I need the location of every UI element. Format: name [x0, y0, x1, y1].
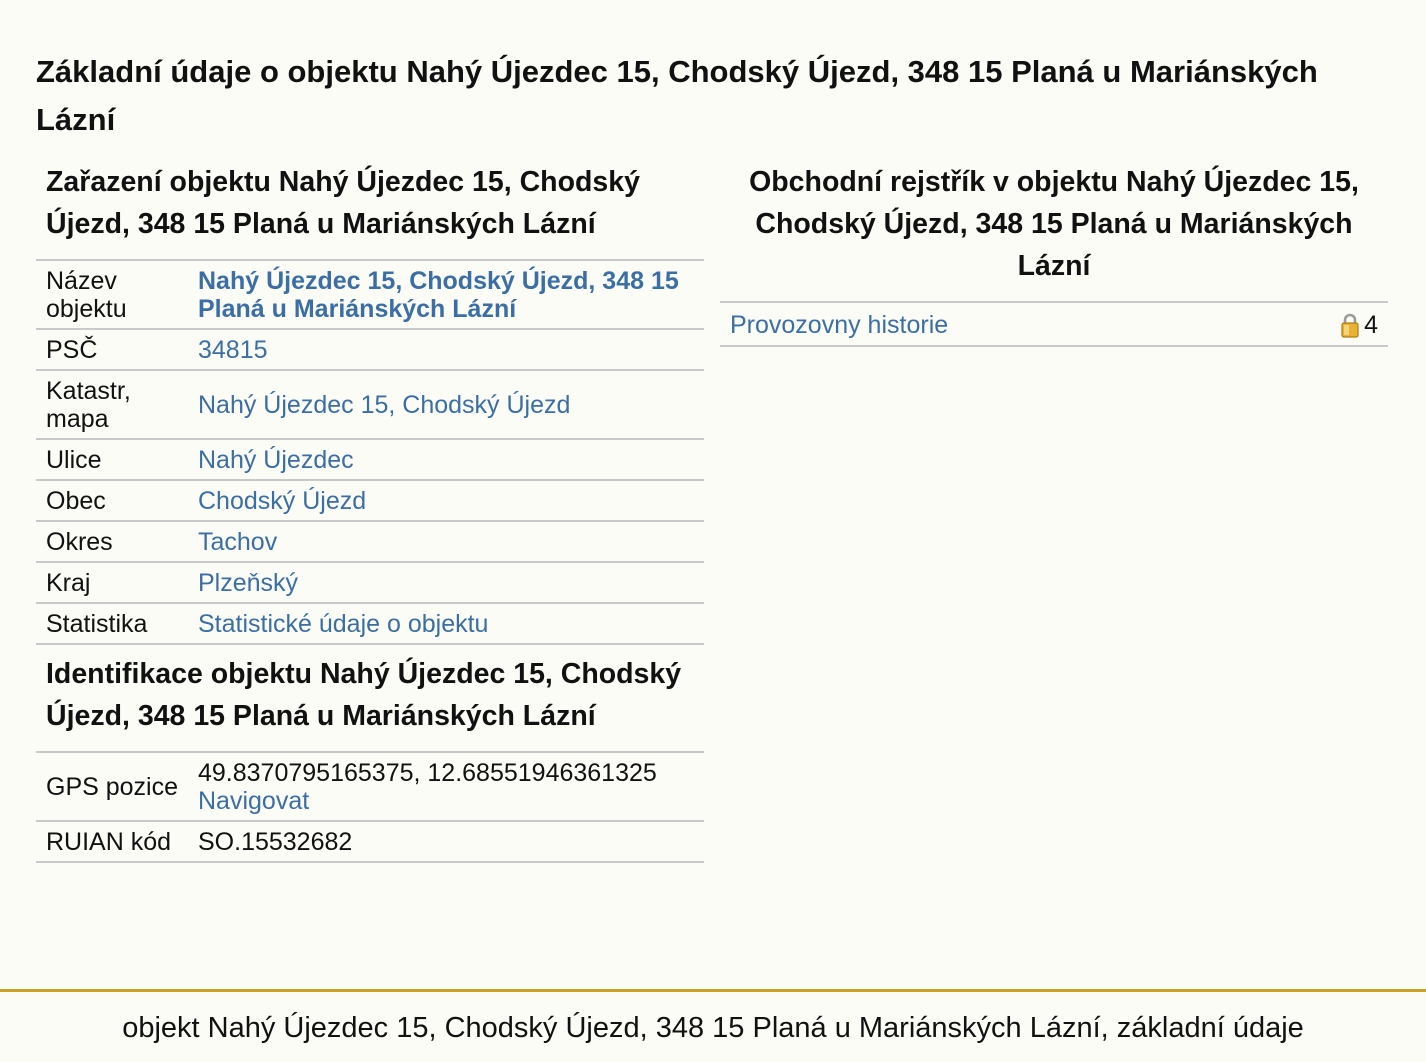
row-value-nazev: Nahý Újezdec 15, Chodský Újezd, 348 15 P…	[188, 259, 704, 329]
table-row: Kraj Plzeňský	[36, 561, 704, 603]
row-label-ruian: RUIAN kód	[36, 820, 188, 863]
row-value-statistika: Statistické údaje o objektu	[188, 602, 704, 645]
navigovat-link[interactable]: Navigovat	[198, 787, 309, 815]
table-row: Provozovny historie 4	[720, 301, 1388, 347]
row-value-ulice: Nahý Újezdec	[188, 438, 704, 480]
identifikace-title: Identifikace objektu Nahý Újezdec 15, Ch…	[46, 658, 682, 732]
table-row: Ulice Nahý Újezdec	[36, 438, 704, 480]
zarazeni-table: Název objektu Nahý Újezdec 15, Chodský Ú…	[36, 259, 704, 645]
row-value-katastr: Nahý Újezdec 15, Chodský Újezd	[188, 369, 704, 439]
table-row: Obec Chodský Újezd	[36, 479, 704, 521]
row-label-gps: GPS pozice	[36, 751, 188, 821]
row-label-ulice: Ulice	[36, 438, 188, 480]
left-column: Zařazení objektu Nahý Újezdec 15, Chodsk…	[36, 158, 704, 863]
lock-icon	[1340, 312, 1360, 338]
statistika-link[interactable]: Statistické údaje o objektu	[198, 610, 488, 638]
footer-divider	[0, 989, 1426, 992]
table-row: RUIAN kód SO.15532682	[36, 820, 704, 863]
row-label-obec: Obec	[36, 479, 188, 521]
psc-link[interactable]: 34815	[198, 336, 268, 364]
kraj-link[interactable]: Plzeňský	[198, 569, 298, 597]
row-label-kraj: Kraj	[36, 561, 188, 603]
row-label-statistika: Statistika	[36, 602, 188, 645]
obchodni-rejstrik-title: Obchodní rejstřík v objektu Nahý Újezdec…	[749, 166, 1359, 282]
row-label-okres: Okres	[36, 520, 188, 562]
obec-link[interactable]: Chodský Újezd	[198, 487, 366, 515]
obchodni-rejstrik-table: Provozovny historie 4	[720, 301, 1388, 347]
provozovny-count-group: 4	[1340, 311, 1378, 339]
katastr-link[interactable]: Nahý Újezdec 15, Chodský Újezd	[198, 391, 570, 419]
table-row: Statistika Statistické údaje o objektu	[36, 602, 704, 645]
identifikace-table: GPS pozice 49.8370795165375, 12.68551946…	[36, 751, 704, 863]
row-value-gps: 49.8370795165375, 12.68551946361325 Navi…	[188, 751, 704, 821]
table-row: Katastr, mapa Nahý Újezdec 15, Chodský Ú…	[36, 369, 704, 439]
nazev-objektu-link[interactable]: Nahý Újezdec 15, Chodský Újezd, 348 15 P…	[198, 267, 679, 323]
table-row: Název objektu Nahý Újezdec 15, Chodský Ú…	[36, 259, 704, 329]
right-column: Obchodní rejstřík v objektu Nahý Újezdec…	[720, 158, 1388, 347]
footer-text: objekt Nahý Újezdec 15, Chodský Újezd, 3…	[122, 1012, 1304, 1044]
row-label-katastr: Katastr, mapa	[36, 369, 188, 439]
provozovny-historie-link[interactable]: Provozovny historie	[730, 311, 948, 339]
table-row: PSČ 34815	[36, 328, 704, 370]
provozovny-cell: Provozovny historie 4	[720, 301, 1388, 347]
page-title: Základní údaje o objektu Nahý Újezdec 15…	[36, 54, 1318, 137]
row-value-ruian: SO.15532682	[188, 820, 704, 863]
table-row: Okres Tachov	[36, 520, 704, 562]
row-value-psc: 34815	[188, 328, 704, 370]
provozovny-count: 4	[1364, 311, 1378, 339]
row-label-nazev: Název objektu	[36, 259, 188, 329]
gps-coordinates: 49.8370795165375, 12.68551946361325	[198, 759, 657, 787]
ulice-link[interactable]: Nahý Újezdec	[198, 446, 354, 474]
row-value-okres: Tachov	[188, 520, 704, 562]
row-value-kraj: Plzeňský	[188, 561, 704, 603]
okres-link[interactable]: Tachov	[198, 528, 277, 556]
zarazeni-title: Zařazení objektu Nahý Újezdec 15, Chodsk…	[46, 166, 640, 240]
table-row: GPS pozice 49.8370795165375, 12.68551946…	[36, 751, 704, 821]
row-label-psc: PSČ	[36, 328, 188, 370]
row-value-obec: Chodský Újezd	[188, 479, 704, 521]
